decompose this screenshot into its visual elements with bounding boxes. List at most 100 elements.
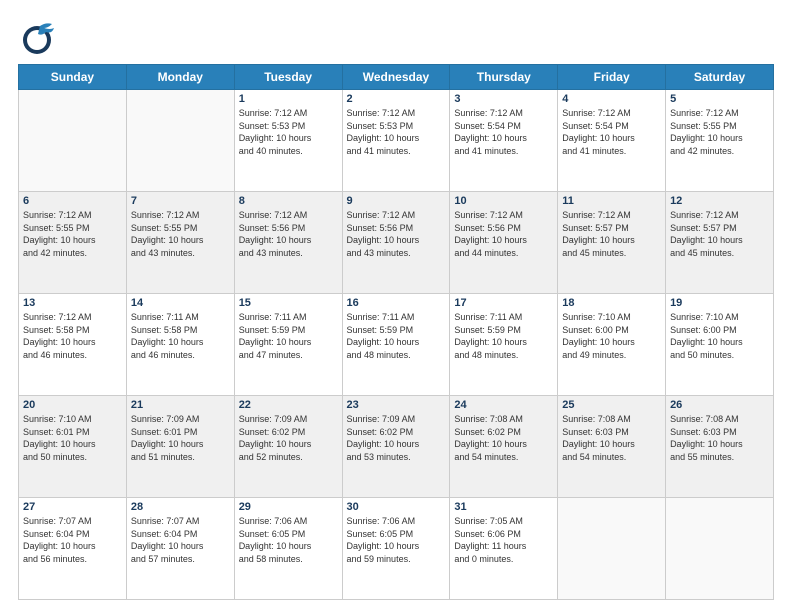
day-number: 7 xyxy=(131,195,230,207)
day-number: 3 xyxy=(454,93,553,105)
day-info: Sunrise: 7:12 AM Sunset: 5:58 PM Dayligh… xyxy=(23,311,122,361)
day-number: 11 xyxy=(562,195,661,207)
day-info: Sunrise: 7:11 AM Sunset: 5:58 PM Dayligh… xyxy=(131,311,230,361)
calendar-cell xyxy=(126,90,234,192)
calendar-cell: 18Sunrise: 7:10 AM Sunset: 6:00 PM Dayli… xyxy=(558,294,666,396)
calendar-cell: 15Sunrise: 7:11 AM Sunset: 5:59 PM Dayli… xyxy=(234,294,342,396)
calendar-cell: 25 Sunrise: 7:08 AM Sunset: 6:03 PM Dayli… xyxy=(558,396,666,498)
calendar-cell: 28Sunrise: 7:07 AM Sunset: 6:04 PM Dayli… xyxy=(126,498,234,600)
calendar-body: 1Sunrise: 7:12 AM Sunset: 5:53 PM Daylig… xyxy=(19,90,774,600)
day-header-saturday: Saturday xyxy=(666,65,774,90)
day-info: Sunrise: 7:11 AM Sunset: 5:59 PM Dayligh… xyxy=(347,311,446,361)
calendar-cell xyxy=(19,90,127,192)
week-row-1: 1Sunrise: 7:12 AM Sunset: 5:53 PM Daylig… xyxy=(19,90,774,192)
calendar-cell: 27 Sunrise: 7:07 AM Sunset: 6:04 PM Dayli… xyxy=(19,498,127,600)
days-header-row: SundayMondayTuesdayWednesdayThursdayFrid… xyxy=(19,65,774,90)
calendar-cell: 11 Sunrise: 7:12 AM Sunset: 5:57 PM Dayli… xyxy=(558,192,666,294)
calendar-cell: 13 Sunrise: 7:12 AM Sunset: 5:58 PM Dayli… xyxy=(19,294,127,396)
calendar-cell xyxy=(558,498,666,600)
week-row-4: 20 Sunrise: 7:10 AM Sunset: 6:01 PM Dayli… xyxy=(19,396,774,498)
day-info: Sunrise: 7:08 AM Sunset: 6:02 PM Dayligh… xyxy=(454,413,553,463)
day-info: Sunrise: 7:09 AM Sunset: 6:02 PM Dayligh… xyxy=(239,413,338,463)
day-number: 27 xyxy=(23,501,122,513)
calendar-cell: 26Sunrise: 7:08 AM Sunset: 6:03 PM Dayli… xyxy=(666,396,774,498)
day-info: Sunrise: 7:11 AM Sunset: 5:59 PM Dayligh… xyxy=(454,311,553,361)
calendar-cell: 24 Sunrise: 7:08 AM Sunset: 6:02 PM Dayli… xyxy=(450,396,558,498)
calendar-cell: 7 Sunrise: 7:12 AM Sunset: 5:55 PM Daylig… xyxy=(126,192,234,294)
day-number: 2 xyxy=(347,93,446,105)
calendar-cell xyxy=(666,498,774,600)
day-number: 6 xyxy=(23,195,122,207)
day-number: 31 xyxy=(454,501,553,513)
header xyxy=(18,18,774,56)
day-info: Sunrise: 7:10 AM Sunset: 6:00 PM Dayligh… xyxy=(670,311,769,361)
day-info: Sunrise: 7:09 AM Sunset: 6:02 PM Dayligh… xyxy=(347,413,446,463)
day-header-thursday: Thursday xyxy=(450,65,558,90)
calendar-cell: 4 Sunrise: 7:12 AM Sunset: 5:54 PM Daylig… xyxy=(558,90,666,192)
day-info: Sunrise: 7:06 AM Sunset: 6:05 PM Dayligh… xyxy=(347,515,446,565)
calendar-cell: 6 Sunrise: 7:12 AM Sunset: 5:55 PM Daylig… xyxy=(19,192,127,294)
calendar-table: SundayMondayTuesdayWednesdayThursdayFrid… xyxy=(18,64,774,600)
day-info: Sunrise: 7:12 AM Sunset: 5:57 PM Dayligh… xyxy=(562,209,661,259)
day-info: Sunrise: 7:10 AM Sunset: 6:01 PM Dayligh… xyxy=(23,413,122,463)
day-info: Sunrise: 7:12 AM Sunset: 5:55 PM Dayligh… xyxy=(131,209,230,259)
calendar-cell: 19 Sunrise: 7:10 AM Sunset: 6:00 PM Dayli… xyxy=(666,294,774,396)
calendar-cell: 30 Sunrise: 7:06 AM Sunset: 6:05 PM Dayli… xyxy=(342,498,450,600)
day-info: Sunrise: 7:12 AM Sunset: 5:55 PM Dayligh… xyxy=(670,107,769,157)
day-number: 21 xyxy=(131,399,230,411)
day-number: 9 xyxy=(347,195,446,207)
day-info: Sunrise: 7:12 AM Sunset: 5:57 PM Dayligh… xyxy=(670,209,769,259)
day-number: 14 xyxy=(131,297,230,309)
day-header-wednesday: Wednesday xyxy=(342,65,450,90)
day-info: Sunrise: 7:07 AM Sunset: 6:04 PM Dayligh… xyxy=(131,515,230,565)
day-number: 25 xyxy=(562,399,661,411)
day-number: 26 xyxy=(670,399,769,411)
week-row-3: 13 Sunrise: 7:12 AM Sunset: 5:58 PM Dayli… xyxy=(19,294,774,396)
day-number: 23 xyxy=(347,399,446,411)
day-number: 8 xyxy=(239,195,338,207)
day-number: 17 xyxy=(454,297,553,309)
day-info: Sunrise: 7:09 AM Sunset: 6:01 PM Dayligh… xyxy=(131,413,230,463)
day-info: Sunrise: 7:05 AM Sunset: 6:06 PM Dayligh… xyxy=(454,515,553,565)
day-info: Sunrise: 7:12 AM Sunset: 5:56 PM Dayligh… xyxy=(454,209,553,259)
logo xyxy=(18,18,60,56)
day-header-monday: Monday xyxy=(126,65,234,90)
calendar-cell: 29 Sunrise: 7:06 AM Sunset: 6:05 PM Dayli… xyxy=(234,498,342,600)
day-number: 19 xyxy=(670,297,769,309)
calendar-cell: 16Sunrise: 7:11 AM Sunset: 5:59 PM Dayli… xyxy=(342,294,450,396)
day-number: 10 xyxy=(454,195,553,207)
day-info: Sunrise: 7:12 AM Sunset: 5:54 PM Dayligh… xyxy=(562,107,661,157)
logo-svg xyxy=(18,18,56,56)
day-number: 29 xyxy=(239,501,338,513)
day-info: Sunrise: 7:11 AM Sunset: 5:59 PM Dayligh… xyxy=(239,311,338,361)
calendar-cell: 12Sunrise: 7:12 AM Sunset: 5:57 PM Dayli… xyxy=(666,192,774,294)
calendar-cell: 17 Sunrise: 7:11 AM Sunset: 5:59 PM Dayli… xyxy=(450,294,558,396)
day-number: 30 xyxy=(347,501,446,513)
day-info: Sunrise: 7:07 AM Sunset: 6:04 PM Dayligh… xyxy=(23,515,122,565)
calendar-header: SundayMondayTuesdayWednesdayThursdayFrid… xyxy=(19,65,774,90)
day-info: Sunrise: 7:12 AM Sunset: 5:56 PM Dayligh… xyxy=(239,209,338,259)
day-info: Sunrise: 7:12 AM Sunset: 5:53 PM Dayligh… xyxy=(239,107,338,157)
page: SundayMondayTuesdayWednesdayThursdayFrid… xyxy=(0,0,792,612)
day-info: Sunrise: 7:12 AM Sunset: 5:55 PM Dayligh… xyxy=(23,209,122,259)
calendar-cell: 21 Sunrise: 7:09 AM Sunset: 6:01 PM Dayli… xyxy=(126,396,234,498)
week-row-5: 27 Sunrise: 7:07 AM Sunset: 6:04 PM Dayli… xyxy=(19,498,774,600)
day-header-sunday: Sunday xyxy=(19,65,127,90)
day-info: Sunrise: 7:12 AM Sunset: 5:56 PM Dayligh… xyxy=(347,209,446,259)
day-info: Sunrise: 7:12 AM Sunset: 5:53 PM Dayligh… xyxy=(347,107,446,157)
day-number: 4 xyxy=(562,93,661,105)
day-number: 24 xyxy=(454,399,553,411)
calendar-cell: 31 Sunrise: 7:05 AM Sunset: 6:06 PM Dayli… xyxy=(450,498,558,600)
calendar-cell: 9 Sunrise: 7:12 AM Sunset: 5:56 PM Daylig… xyxy=(342,192,450,294)
day-header-tuesday: Tuesday xyxy=(234,65,342,90)
logo-icon xyxy=(18,18,56,56)
calendar-cell: 2 Sunrise: 7:12 AM Sunset: 5:53 PM Daylig… xyxy=(342,90,450,192)
day-header-friday: Friday xyxy=(558,65,666,90)
calendar-cell: 5Sunrise: 7:12 AM Sunset: 5:55 PM Daylig… xyxy=(666,90,774,192)
calendar-cell: 1Sunrise: 7:12 AM Sunset: 5:53 PM Daylig… xyxy=(234,90,342,192)
week-row-2: 6 Sunrise: 7:12 AM Sunset: 5:55 PM Daylig… xyxy=(19,192,774,294)
day-number: 20 xyxy=(23,399,122,411)
day-number: 13 xyxy=(23,297,122,309)
day-info: Sunrise: 7:06 AM Sunset: 6:05 PM Dayligh… xyxy=(239,515,338,565)
day-info: Sunrise: 7:08 AM Sunset: 6:03 PM Dayligh… xyxy=(562,413,661,463)
